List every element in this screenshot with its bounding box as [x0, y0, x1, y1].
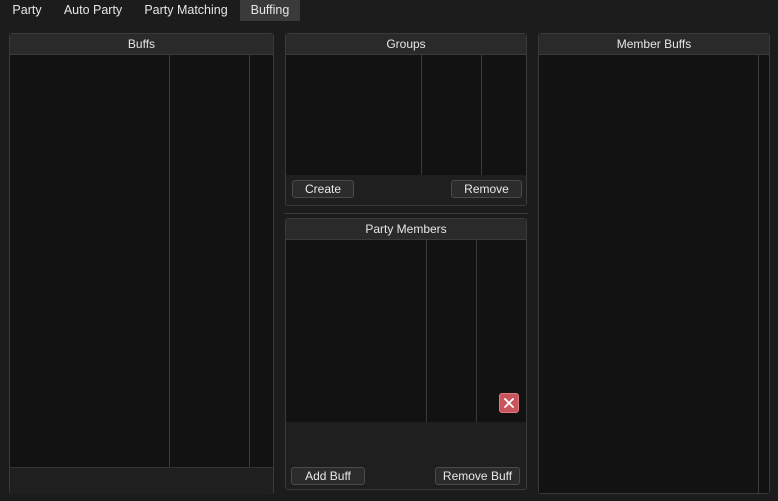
- column-divider: [426, 240, 427, 422]
- close-icon: [504, 398, 514, 408]
- remove-group-button[interactable]: Remove: [451, 180, 522, 198]
- column-divider: [249, 55, 250, 467]
- column-divider: [481, 55, 482, 175]
- remove-buff-button[interactable]: Remove Buff: [435, 467, 520, 485]
- party-members-panel: Party Members Add Buff Remove Buff: [285, 218, 527, 490]
- column-divider: [476, 240, 477, 422]
- member-buffs-panel-title: Member Buffs: [539, 34, 769, 55]
- groups-panel-title: Groups: [286, 34, 526, 55]
- add-buff-button[interactable]: Add Buff: [291, 467, 365, 485]
- groups-list[interactable]: [286, 55, 526, 175]
- close-button[interactable]: [499, 393, 519, 413]
- create-group-button[interactable]: Create: [292, 180, 354, 198]
- tab-buffing[interactable]: Buffing: [240, 0, 300, 21]
- column-divider: [421, 55, 422, 175]
- member-buffs-panel: Member Buffs: [538, 33, 770, 494]
- buffs-panel: Buffs: [9, 33, 274, 494]
- tab-party-matching[interactable]: Party Matching: [136, 0, 236, 21]
- column-divider: [758, 55, 759, 493]
- buffs-list[interactable]: [10, 55, 273, 467]
- tab-auto-party[interactable]: Auto Party: [56, 0, 130, 21]
- column-divider: [169, 55, 170, 467]
- party-members-panel-title: Party Members: [286, 219, 526, 240]
- buffing-window: Party Auto Party Party Matching Buffing …: [0, 0, 778, 501]
- groups-panel: Groups Create Remove: [285, 33, 527, 206]
- separator: [284, 213, 528, 214]
- buffs-footer: [10, 467, 273, 494]
- member-buffs-list[interactable]: [539, 55, 769, 493]
- tab-party[interactable]: Party: [4, 0, 50, 21]
- party-members-list[interactable]: [286, 240, 526, 422]
- tab-bar: Party Auto Party Party Matching Buffing: [0, 0, 778, 21]
- buffs-panel-title: Buffs: [10, 34, 273, 55]
